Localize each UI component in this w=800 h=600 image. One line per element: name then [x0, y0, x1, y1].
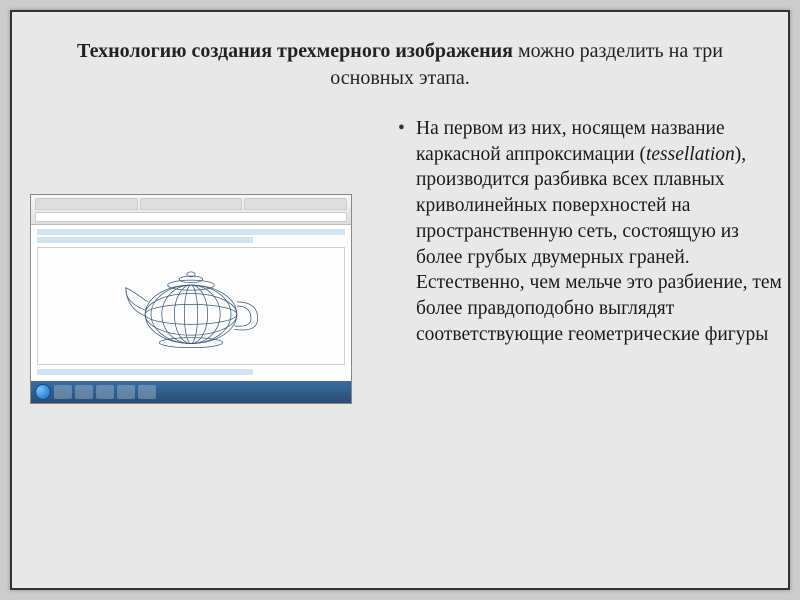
page-body	[31, 225, 351, 381]
slide-title: Технологию создания трехмерного изображе…	[12, 12, 788, 110]
title-bold: Технологию создания трехмерного изображе…	[77, 40, 513, 62]
browser-chrome	[31, 195, 351, 225]
bullet-item: На первом из них, носящем название карка…	[398, 116, 788, 348]
content-row: На первом из них, носящем название карка…	[12, 110, 788, 576]
bullet-text-2: ), производится разбивка всех плавных кр…	[416, 144, 782, 345]
left-column	[30, 110, 370, 404]
text-line	[37, 229, 345, 235]
teapot-wireframe	[37, 247, 345, 365]
browser-tab	[35, 198, 138, 210]
taskbar-item	[96, 385, 114, 399]
windows-taskbar	[31, 381, 351, 403]
browser-tab	[244, 198, 347, 210]
right-column: На первом из них, носящем название карка…	[370, 110, 788, 348]
taskbar-item	[54, 385, 72, 399]
bullet-italic: tessellation	[646, 144, 735, 165]
browser-screenshot	[30, 194, 352, 404]
taskbar-item	[138, 385, 156, 399]
text-line	[37, 369, 253, 375]
browser-tabs	[31, 195, 351, 211]
start-orb-icon	[35, 384, 51, 400]
browser-tab	[140, 198, 243, 210]
text-line	[37, 237, 253, 243]
teapot-svg	[106, 256, 276, 356]
slide: Технологию создания трехмерного изображе…	[10, 10, 790, 590]
address-bar	[35, 212, 347, 222]
taskbar-item	[117, 385, 135, 399]
bullet-list: На первом из них, носящем название карка…	[398, 116, 788, 348]
taskbar-item	[75, 385, 93, 399]
